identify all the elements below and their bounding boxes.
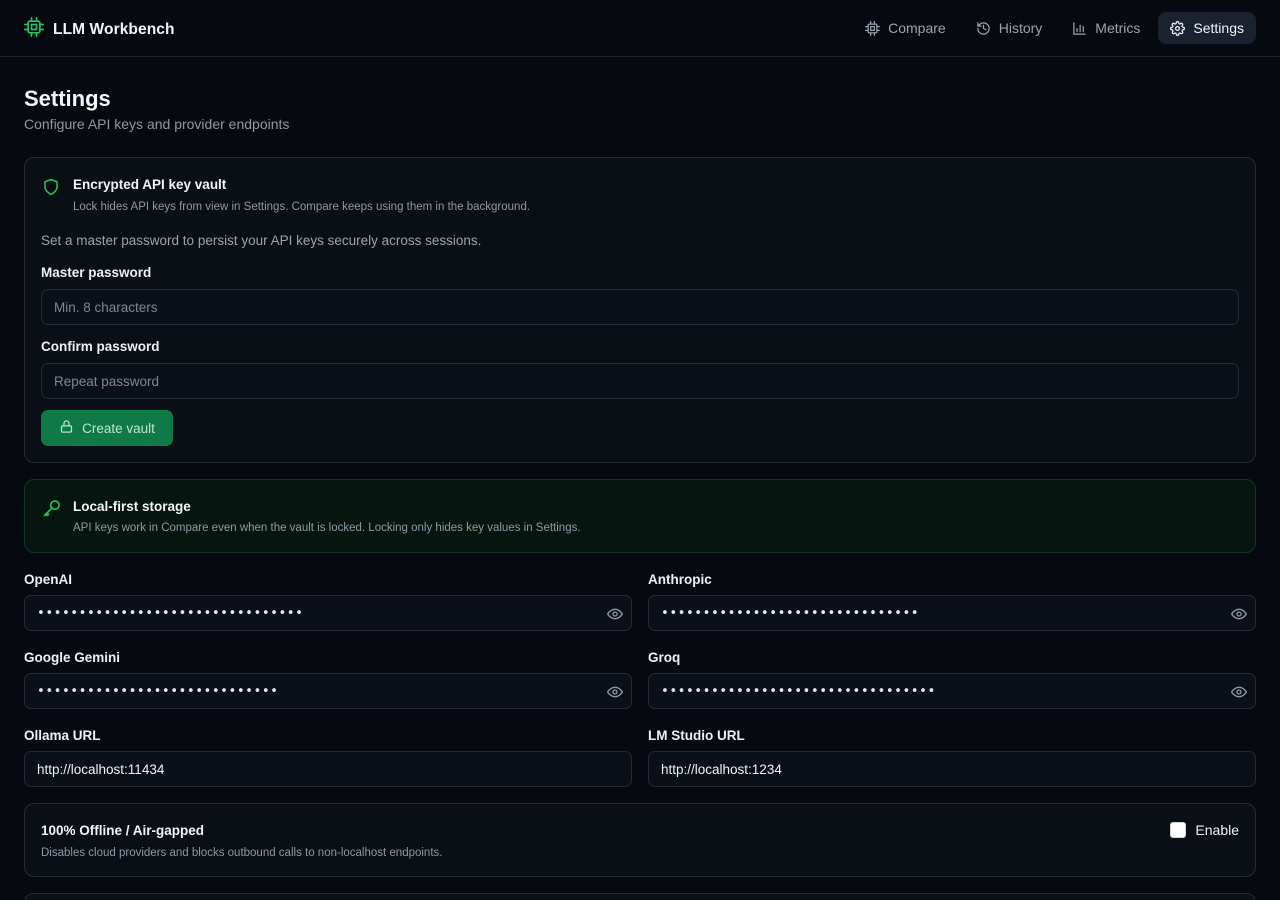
groq-key-value: •••••••••••••••••••••••••••••••••: [661, 683, 936, 699]
brand[interactable]: LLM Workbench: [24, 17, 175, 42]
eye-icon[interactable]: [607, 606, 623, 627]
ollama-url-label: Ollama URL: [24, 728, 101, 743]
shield-icon: [42, 177, 60, 202]
key-icon: [42, 498, 62, 523]
local-storage-banner: Local-first storage API keys work in Com…: [24, 479, 1256, 553]
nav-settings-label: Settings: [1193, 20, 1244, 36]
anthropic-key-value: •••••••••••••••••••••••••••••••: [661, 605, 920, 621]
nav-history-label: History: [998, 20, 1043, 36]
create-vault-button[interactable]: Create vault: [41, 410, 173, 446]
vault-title: Encrypted API key vault: [73, 177, 227, 192]
vault-intro: Set a master password to persist your AP…: [41, 233, 482, 248]
ollama-url-input[interactable]: [24, 751, 632, 787]
lmstudio-url-input[interactable]: [648, 751, 1256, 787]
eye-icon[interactable]: [1231, 684, 1247, 705]
offline-card: 100% Offline / Air-gapped Disables cloud…: [24, 803, 1256, 877]
openai-key-value: ••••••••••••••••••••••••••••••••: [37, 605, 304, 621]
local-storage-title: Local-first storage: [73, 499, 191, 514]
gemini-key-value: •••••••••••••••••••••••••••••: [37, 683, 279, 699]
offline-description: Disables cloud providers and blocks outb…: [41, 847, 443, 859]
eye-icon[interactable]: [607, 684, 623, 705]
vault-card: Encrypted API key vault Lock hides API k…: [24, 157, 1256, 463]
offline-enable-checkbox[interactable]: [1170, 822, 1187, 838]
nav-metrics[interactable]: Metrics: [1060, 12, 1152, 44]
top-bar: LLM Workbench Compare History Metrics Se…: [0, 0, 1280, 57]
openai-key-input[interactable]: ••••••••••••••••••••••••••••••••: [24, 595, 632, 631]
confirm-password-input[interactable]: [41, 363, 1239, 399]
gemini-label: Google Gemini: [24, 650, 121, 665]
lock-icon: [59, 419, 74, 437]
vault-description: Lock hides API keys from view in Setting…: [73, 201, 531, 213]
anthropic-key-input[interactable]: •••••••••••••••••••••••••••••••: [648, 595, 1256, 631]
next-settings-card: [24, 893, 1256, 900]
create-vault-label: Create vault: [82, 420, 155, 436]
nav-history[interactable]: History: [964, 12, 1055, 44]
gemini-key-input[interactable]: •••••••••••••••••••••••••••••: [24, 673, 632, 709]
bar-chart-icon: [1072, 21, 1087, 36]
offline-enable-toggle[interactable]: Enable: [1170, 822, 1239, 838]
local-storage-description: API keys work in Compare even when the v…: [73, 522, 581, 534]
eye-icon[interactable]: [1231, 606, 1247, 627]
main-nav: Compare History Metrics Settings: [853, 12, 1256, 44]
app-name: LLM Workbench: [53, 20, 175, 38]
offline-enable-label: Enable: [1195, 822, 1239, 838]
history-icon: [976, 21, 991, 36]
nav-compare[interactable]: Compare: [853, 12, 958, 44]
confirm-password-label: Confirm password: [41, 339, 160, 354]
groq-key-input[interactable]: •••••••••••••••••••••••••••••••••: [648, 673, 1256, 709]
anthropic-label: Anthropic: [648, 572, 712, 587]
master-password-label: Master password: [41, 265, 152, 280]
lmstudio-url-label: LM Studio URL: [648, 728, 745, 743]
page-title: Settings: [24, 86, 111, 111]
nav-settings[interactable]: Settings: [1158, 12, 1256, 44]
openai-label: OpenAI: [24, 572, 73, 587]
cpu-icon: [865, 20, 881, 36]
page-subtitle: Configure API keys and provider endpoint…: [24, 116, 290, 132]
cpu-logo-icon: [24, 17, 45, 42]
offline-title: 100% Offline / Air-gapped: [41, 823, 205, 838]
groq-label: Groq: [648, 650, 681, 665]
master-password-input[interactable]: [41, 289, 1239, 325]
nav-compare-label: Compare: [888, 20, 946, 36]
gear-icon: [1170, 20, 1186, 36]
nav-metrics-label: Metrics: [1095, 20, 1141, 36]
